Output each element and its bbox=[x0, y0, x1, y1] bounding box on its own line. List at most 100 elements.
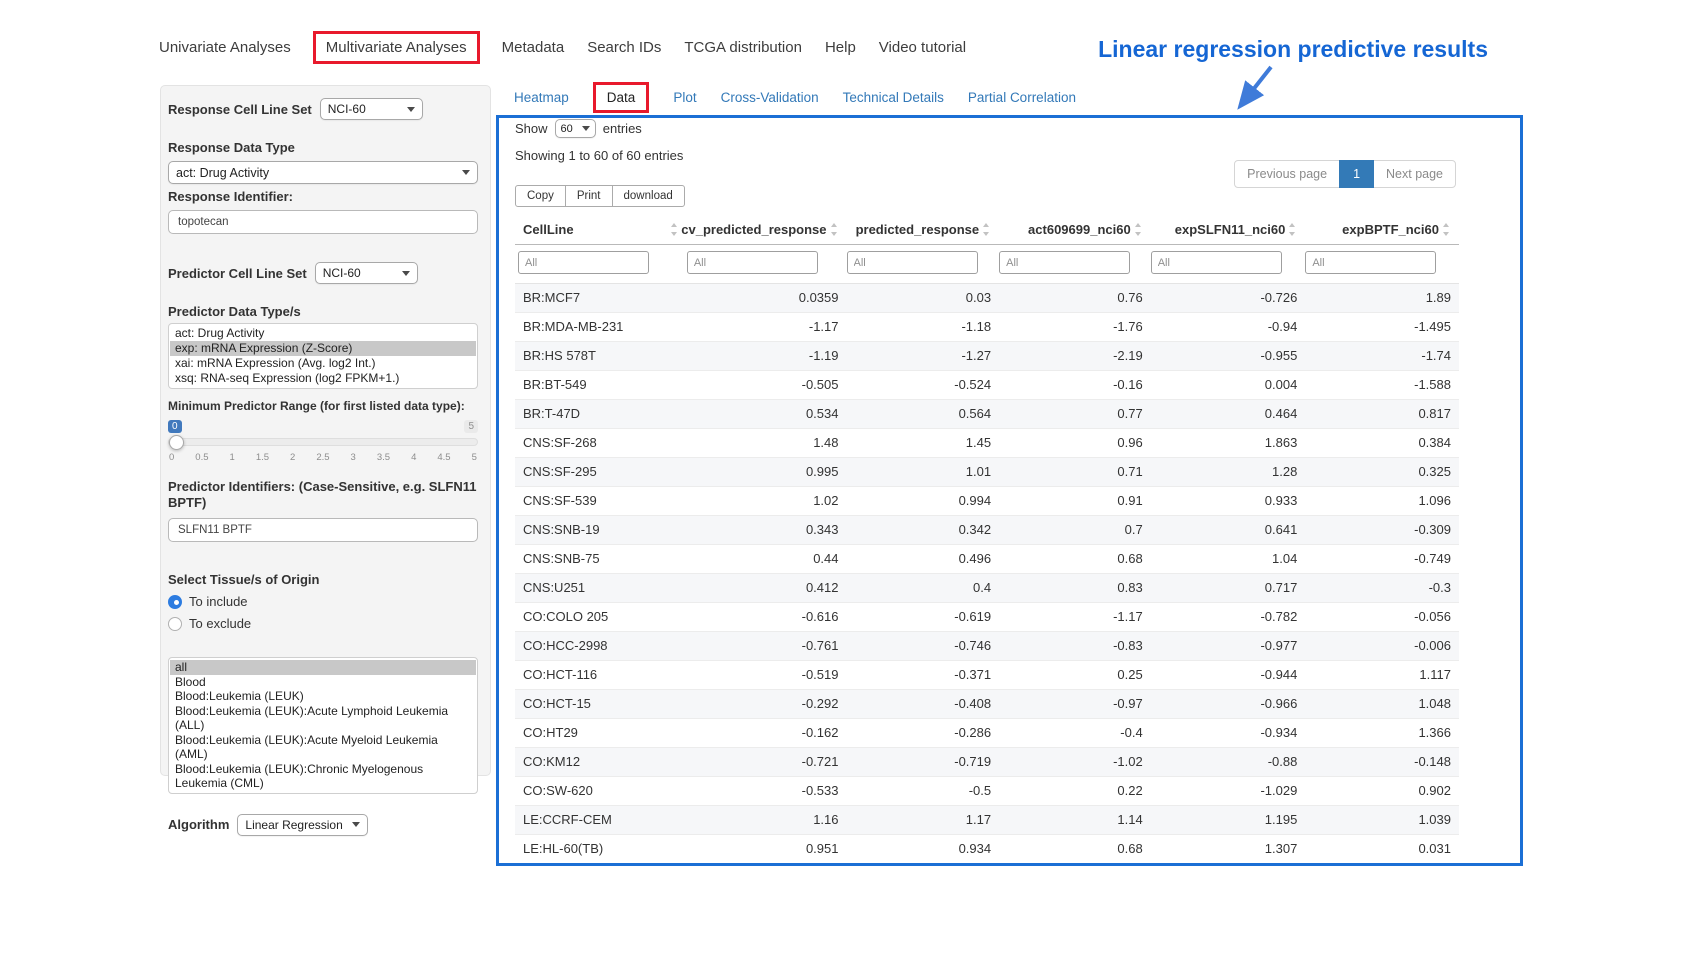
column-filter-input-act609699-nci60[interactable] bbox=[999, 251, 1130, 274]
previous-page-button[interactable]: Previous page bbox=[1234, 160, 1340, 188]
nav-item-multivariate-analyses[interactable]: Multivariate Analyses bbox=[313, 31, 480, 64]
tissue-include-radio[interactable]: To include bbox=[168, 594, 478, 609]
response-cell-line-set-select[interactable]: NCI-60 bbox=[320, 98, 423, 120]
predictor-identifiers-input[interactable] bbox=[168, 518, 478, 542]
tissue-option-all[interactable]: all bbox=[170, 660, 476, 675]
predictor-data-type-option-xai-mrna-expression-avg-log2-i[interactable]: xai: mRNA Expression (Avg. log2 Int.) bbox=[170, 356, 476, 371]
table-row[interactable]: BR:T-47D0.5340.5640.770.4640.817 bbox=[515, 400, 1459, 429]
tissue-exclude-radio[interactable]: To exclude bbox=[168, 616, 478, 631]
response-data-type-label: Response Data Type bbox=[168, 140, 478, 155]
cell-value: 0.902 bbox=[1305, 777, 1459, 806]
nav-item-video-tutorial[interactable]: Video tutorial bbox=[878, 31, 967, 64]
sort-arrows-icon[interactable] bbox=[670, 223, 679, 236]
column-header-cv-predicted-response[interactable]: cv_predicted_response bbox=[687, 217, 847, 245]
table-row[interactable]: BR:HS 578T-1.19-1.27-2.19-0.955-1.74 bbox=[515, 342, 1459, 371]
table-header-row: CellLinecv_predicted_responsepredicted_r… bbox=[515, 217, 1459, 245]
table-row[interactable]: BR:MDA-MB-231-1.17-1.18-1.76-0.94-1.495 bbox=[515, 313, 1459, 342]
response-data-type-select[interactable]: act: Drug Activity bbox=[168, 161, 478, 184]
nav-item-help[interactable]: Help bbox=[824, 31, 857, 64]
table-row[interactable]: CO:HCT-116-0.519-0.3710.25-0.9441.117 bbox=[515, 661, 1459, 690]
table-row[interactable]: CO:HT29-0.162-0.286-0.4-0.9341.366 bbox=[515, 719, 1459, 748]
table-row[interactable]: CO:SW-620-0.533-0.50.22-1.0290.902 bbox=[515, 777, 1459, 806]
tissue-option-blood-leukemia-leuk[interactable]: Blood:Leukemia (LEUK) bbox=[170, 689, 476, 704]
tissue-option-blood-leukemia-leuk-chronic-myelogenous-[interactable]: Blood:Leukemia (LEUK):Chronic Myelogenou… bbox=[170, 762, 476, 791]
cell-value: -1.18 bbox=[847, 313, 1000, 342]
tab-plot[interactable]: Plot bbox=[673, 82, 696, 113]
cell-value: 0.0359 bbox=[687, 284, 847, 313]
cell-value: -2.19 bbox=[999, 342, 1151, 371]
table-row[interactable]: CNS:U2510.4120.40.830.717-0.3 bbox=[515, 574, 1459, 603]
cell-value: -0.94 bbox=[1151, 313, 1306, 342]
slider-max-label: 5 bbox=[464, 420, 478, 433]
tab-partial-correlation[interactable]: Partial Correlation bbox=[968, 82, 1076, 113]
slider-handle[interactable] bbox=[169, 435, 184, 450]
predictor-cell-line-set-select[interactable]: NCI-60 bbox=[315, 262, 418, 284]
nav-item-tcga-distribution[interactable]: TCGA distribution bbox=[683, 31, 803, 64]
table-row[interactable]: CNS:SF-5391.020.9940.910.9331.096 bbox=[515, 487, 1459, 516]
table-row[interactable]: CNS:SF-2681.481.450.961.8630.384 bbox=[515, 429, 1459, 458]
column-header-cellline[interactable]: CellLine bbox=[515, 217, 687, 245]
response-identifier-input[interactable] bbox=[168, 210, 478, 234]
page-number-button[interactable]: 1 bbox=[1339, 160, 1374, 188]
nav-item-metadata[interactable]: Metadata bbox=[501, 31, 566, 64]
table-row[interactable]: CNS:SNB-190.3430.3420.70.641-0.309 bbox=[515, 516, 1459, 545]
nav-item-search-ids[interactable]: Search IDs bbox=[586, 31, 662, 64]
cell-value: -0.148 bbox=[1305, 748, 1459, 777]
tab-heatmap[interactable]: Heatmap bbox=[514, 82, 569, 113]
algorithm-select[interactable]: Linear Regression bbox=[237, 814, 367, 836]
tissue-option-blood[interactable]: Blood bbox=[170, 675, 476, 690]
cell-value: 1.04 bbox=[1151, 545, 1306, 574]
chevron-down-icon bbox=[407, 107, 415, 112]
table-row[interactable]: BR:BT-549-0.505-0.524-0.160.004-1.588 bbox=[515, 371, 1459, 400]
column-header-expslfn11-nci60[interactable]: expSLFN11_nci60 bbox=[1151, 217, 1306, 245]
column-filter-input-cellline[interactable] bbox=[518, 251, 649, 274]
cell-value: 1.039 bbox=[1305, 806, 1459, 835]
nav-item-univariate-analyses[interactable]: Univariate Analyses bbox=[158, 31, 292, 64]
export-button-print[interactable]: Print bbox=[565, 185, 613, 207]
cell-line-name: CNS:SF-295 bbox=[515, 458, 687, 487]
export-button-copy[interactable]: Copy bbox=[515, 185, 566, 207]
sort-arrows-icon[interactable] bbox=[830, 223, 839, 236]
slider-tick-label: 0.5 bbox=[195, 452, 208, 463]
next-page-button[interactable]: Next page bbox=[1373, 160, 1456, 188]
table-body: BR:MCF70.03590.030.76-0.7261.89BR:MDA-MB… bbox=[515, 284, 1459, 864]
tab-data[interactable]: Data bbox=[593, 82, 650, 113]
column-header-act609699-nci60[interactable]: act609699_nci60 bbox=[999, 217, 1151, 245]
column-header-expbptf-nci60[interactable]: expBPTF_nci60 bbox=[1305, 217, 1459, 245]
cell-value: 0.004 bbox=[1151, 371, 1306, 400]
sort-arrows-icon[interactable] bbox=[982, 223, 991, 236]
tissue-option-blood-leukemia-leuk-acute-lymphoid-leuke[interactable]: Blood:Leukemia (LEUK):Acute Lymphoid Leu… bbox=[170, 704, 476, 733]
cell-value: -0.371 bbox=[847, 661, 1000, 690]
table-row[interactable]: CNS:SNB-750.440.4960.681.04-0.749 bbox=[515, 545, 1459, 574]
table-row[interactable]: BR:MCF70.03590.030.76-0.7261.89 bbox=[515, 284, 1459, 313]
slider-track[interactable] bbox=[168, 438, 478, 446]
predictor-data-type-option-exp-mrna-expression-z-score[interactable]: exp: mRNA Expression (Z-Score) bbox=[170, 341, 476, 356]
column-filter-input-expbptf-nci60[interactable] bbox=[1305, 251, 1436, 274]
table-row[interactable]: CO:HCT-15-0.292-0.408-0.97-0.9661.048 bbox=[515, 690, 1459, 719]
cell-value: 0.03 bbox=[847, 284, 1000, 313]
sort-arrows-icon[interactable] bbox=[1288, 223, 1297, 236]
column-filter-input-cv-predicted-response[interactable] bbox=[687, 251, 818, 274]
table-row[interactable]: LE:CCRF-CEM1.161.171.141.1951.039 bbox=[515, 806, 1459, 835]
table-row[interactable]: CO:KM12-0.721-0.719-1.02-0.88-0.148 bbox=[515, 748, 1459, 777]
tab-technical-details[interactable]: Technical Details bbox=[843, 82, 944, 113]
entries-per-page-select[interactable]: 60 bbox=[555, 119, 596, 138]
cell-value: 1.307 bbox=[1151, 835, 1306, 864]
table-row[interactable]: CNS:SF-2950.9951.010.711.280.325 bbox=[515, 458, 1459, 487]
predictor-cell-line-set-value: NCI-60 bbox=[323, 266, 361, 280]
column-filter-input-predicted-response[interactable] bbox=[847, 251, 978, 274]
table-row[interactable]: CO:COLO 205-0.616-0.619-1.17-0.782-0.056 bbox=[515, 603, 1459, 632]
export-button-download[interactable]: download bbox=[612, 185, 685, 207]
column-header-predicted-response[interactable]: predicted_response bbox=[847, 217, 1000, 245]
predictor-data-type-option-act-drug-activity[interactable]: act: Drug Activity bbox=[170, 326, 476, 341]
tissue-option-blood-leukemia-leuk-acute-myeloid-leukem[interactable]: Blood:Leukemia (LEUK):Acute Myeloid Leuk… bbox=[170, 733, 476, 762]
sort-arrows-icon[interactable] bbox=[1442, 223, 1451, 236]
predictor-data-type-option-xsq-rna-seq-expression-log2-fp[interactable]: xsq: RNA-seq Expression (log2 FPKM+1.) bbox=[170, 371, 476, 386]
cell-value: -0.3 bbox=[1305, 574, 1459, 603]
table-row[interactable]: CO:HCC-2998-0.761-0.746-0.83-0.977-0.006 bbox=[515, 632, 1459, 661]
table-row[interactable]: LE:HL-60(TB)0.9510.9340.681.3070.031 bbox=[515, 835, 1459, 864]
sort-arrows-icon[interactable] bbox=[1134, 223, 1143, 236]
tab-cross-validation[interactable]: Cross-Validation bbox=[721, 82, 819, 113]
cell-value: -0.955 bbox=[1151, 342, 1306, 371]
column-filter-input-expslfn11-nci60[interactable] bbox=[1151, 251, 1282, 274]
